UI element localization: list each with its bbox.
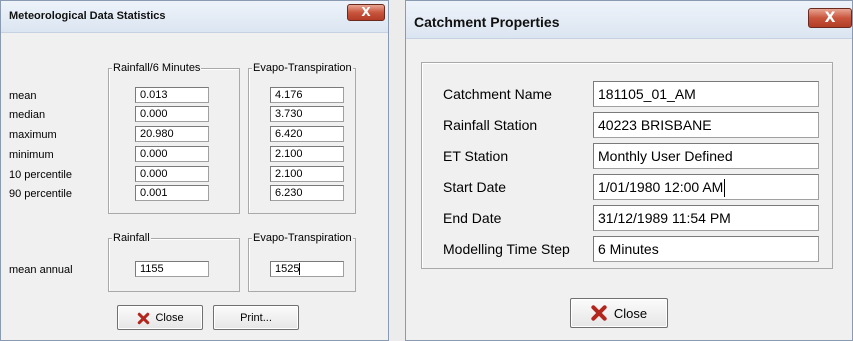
- et-maximum-field[interactable]: 6.420: [270, 126, 344, 142]
- start-date-value: 1/01/1980 12:00 AM: [598, 179, 724, 195]
- print-label: Print...: [240, 311, 272, 324]
- et-p10-field[interactable]: 2.100: [270, 166, 344, 182]
- end-date-field[interactable]: 31/12/1989 11:54 PM: [593, 205, 819, 231]
- et-annual-value: 1525: [275, 263, 300, 275]
- met-stats-title-close-button[interactable]: X: [347, 4, 385, 21]
- stat-label-minimum: minimum: [9, 149, 54, 161]
- evapo-group-label: Evapo-Transpiration: [252, 62, 353, 74]
- rainfall-6min-group-label: Rainfall/6 Minutes: [112, 62, 202, 74]
- time-step-label: Modelling Time Step: [443, 241, 570, 257]
- rain-annual-field[interactable]: 1155: [135, 261, 209, 277]
- et-mean-field[interactable]: 4.176: [270, 87, 344, 103]
- met-close-label: Close: [155, 311, 184, 324]
- et-station-label: ET Station: [443, 148, 509, 164]
- catchment-title: Catchment Properties: [414, 14, 560, 30]
- stat-label-mean: mean: [9, 90, 37, 102]
- et-station-field[interactable]: Monthly User Defined: [593, 143, 819, 169]
- stat-label-median: median: [9, 109, 46, 121]
- et-p90-field[interactable]: 6.230: [270, 185, 344, 201]
- met-stats-title: Meteorological Data Statistics: [9, 10, 166, 22]
- catchment-title-close-button[interactable]: X: [808, 8, 852, 28]
- rain-p10-field[interactable]: 0.000: [135, 166, 209, 182]
- et-annual-field[interactable]: 1525: [270, 261, 344, 277]
- et-minimum-field[interactable]: 2.100: [270, 146, 344, 162]
- catchment-client: Catchment Name 181105_01_AM Rainfall Sta…: [407, 39, 851, 339]
- time-step-field[interactable]: 6 Minutes: [593, 236, 819, 262]
- met-stats-titlebar[interactable]: Meteorological Data Statistics X: [1, 1, 388, 33]
- stat-label-maximum: maximum: [9, 129, 57, 141]
- rain-p90-field[interactable]: 0.001: [135, 185, 209, 201]
- catchment-name-label: Catchment Name: [443, 86, 552, 102]
- catchment-name-field[interactable]: 181105_01_AM: [593, 81, 819, 107]
- start-date-field[interactable]: 1/01/1980 12:00 AM: [593, 174, 819, 200]
- catchment-close-label: Close: [613, 305, 648, 321]
- met-stats-client: Rainfall/6 Minutes Evapo-Transpiration m…: [2, 33, 387, 339]
- stat-label-mean-annual: mean annual: [9, 264, 73, 276]
- rain-mean-field[interactable]: 0.013: [135, 87, 209, 103]
- rainfall-annual-group-label: Rainfall: [112, 232, 151, 244]
- rainfall-station-label: Rainfall Station: [443, 117, 538, 133]
- catchment-close-button[interactable]: Close: [570, 298, 668, 328]
- end-date-label: End Date: [443, 210, 502, 226]
- close-x-icon: [136, 311, 149, 324]
- catchment-window: Catchment Properties X Catchment Name 18…: [405, 0, 853, 341]
- rain-minimum-field[interactable]: 0.000: [135, 146, 209, 162]
- close-x-icon: [591, 305, 608, 322]
- catchment-titlebar[interactable]: Catchment Properties X: [406, 1, 852, 39]
- rainfall-station-field[interactable]: 40223 BRISBANE: [593, 112, 819, 138]
- stat-label-p10: 10 percentile: [9, 169, 72, 181]
- print-button[interactable]: Print...: [213, 305, 299, 330]
- text-caret: [299, 263, 301, 276]
- met-stats-window: Meteorological Data Statistics X Rainfal…: [0, 0, 389, 341]
- stat-label-p90: 90 percentile: [9, 188, 72, 200]
- met-close-button[interactable]: Close: [117, 305, 203, 330]
- evapo-annual-group-label: Evapo-Transpiration: [252, 232, 353, 244]
- rain-maximum-field[interactable]: 20.980: [135, 126, 209, 142]
- start-date-label: Start Date: [443, 179, 507, 195]
- rain-median-field[interactable]: 0.000: [135, 106, 209, 122]
- text-caret: [724, 179, 726, 198]
- et-median-field[interactable]: 3.730: [270, 106, 344, 122]
